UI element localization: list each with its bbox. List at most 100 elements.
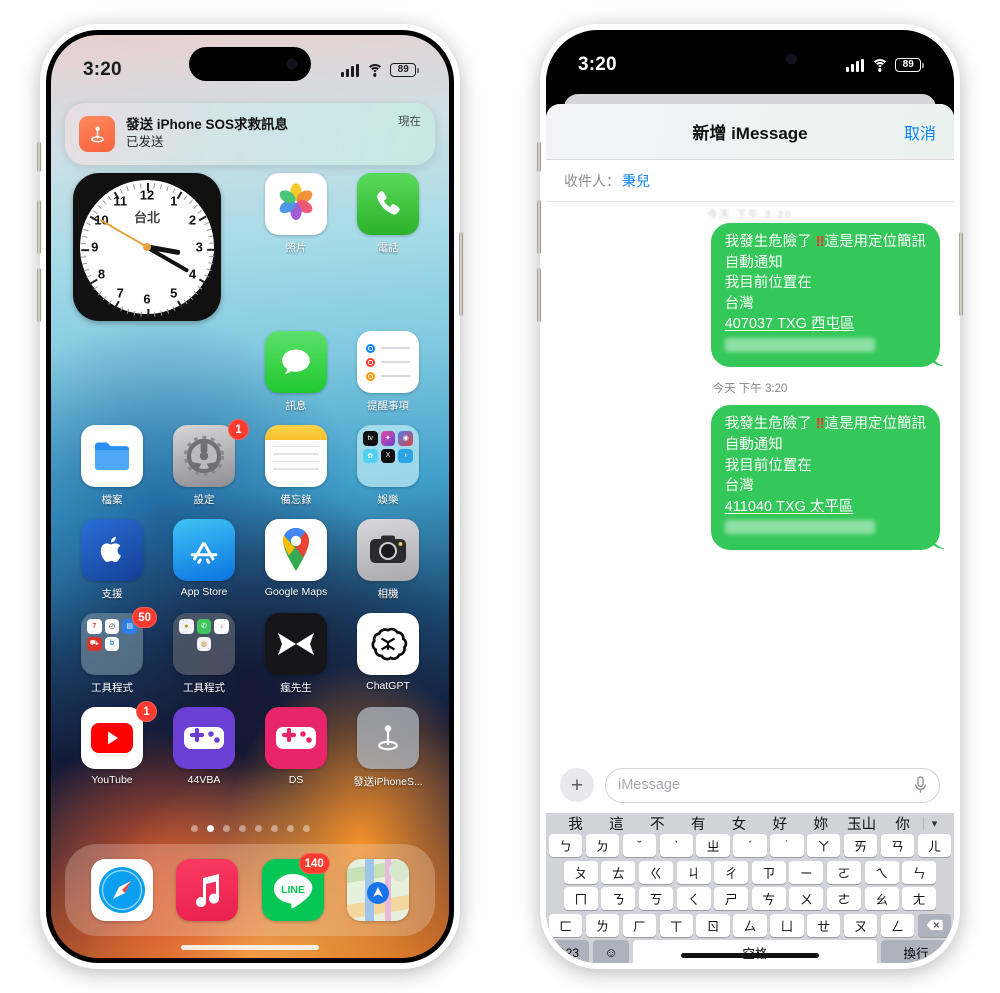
volume-down-button[interactable] <box>537 268 541 322</box>
folder-utilities-1[interactable]: 7 ◴ ▤ ⛟ b 50 工具程式 <box>73 607 157 695</box>
key[interactable]: ㄑ <box>676 887 711 911</box>
key[interactable]: ㄐ <box>676 860 711 884</box>
key[interactable]: ˇ <box>622 834 657 857</box>
home-indicator[interactable] <box>181 945 319 950</box>
key[interactable]: ㄍ <box>639 860 674 884</box>
app-camera[interactable]: 相機 <box>349 519 427 601</box>
key[interactable]: ㄚ <box>807 834 841 857</box>
postal-code-link[interactable]: 407037 <box>725 316 773 332</box>
prediction-candidate[interactable]: 我 <box>555 813 596 834</box>
app-apple-support[interactable]: 支援 <box>73 519 151 601</box>
message-thread[interactable]: 今天 下午 3:20 我發生危險了 ‼這是用定位簡訊 自動通知 我目前位置在 台… <box>546 202 954 777</box>
app-send-iphone-sos[interactable]: 發送iPhoneS... <box>349 707 427 789</box>
app-settings[interactable]: 1 設定 <box>165 419 249 507</box>
key[interactable]: ㄖ <box>696 913 730 937</box>
dock-safari[interactable] <box>90 859 153 921</box>
key[interactable]: ˋ <box>659 834 693 857</box>
app-files[interactable]: 檔案 <box>73 425 151 507</box>
key[interactable]: ㄙ <box>733 913 767 937</box>
recipient-row[interactable]: 收件人： 秉兒 <box>546 160 954 202</box>
key[interactable]: ㄝ <box>807 913 841 937</box>
folder-entertainment[interactable]: tv ✦ ◉ ✿ X ◗ 娛樂 <box>349 425 427 507</box>
page-indicator-dots[interactable] <box>51 825 449 832</box>
key[interactable]: ㄢ <box>880 834 915 857</box>
prediction-candidate[interactable]: 這 <box>596 813 637 834</box>
home-indicator[interactable] <box>681 953 819 958</box>
recipient-value[interactable]: 秉兒 <box>622 171 650 191</box>
dock-music[interactable] <box>176 859 239 921</box>
emoji-icon[interactable]: ☺ <box>593 940 629 963</box>
key[interactable]: ㄠ <box>864 887 899 911</box>
key[interactable]: ㄎ <box>639 887 674 911</box>
app-44vba[interactable]: 44VBA <box>165 707 243 789</box>
app-notes[interactable]: 備忘錄 <box>257 425 335 507</box>
power-button[interactable] <box>459 232 463 316</box>
numeric-key[interactable]: 123 <box>549 940 589 963</box>
postal-code-link[interactable]: 411040 <box>725 499 772 515</box>
mute-switch[interactable] <box>37 142 41 172</box>
key[interactable]: ㄌ <box>585 913 620 937</box>
prediction-candidate[interactable]: 妳 <box>800 813 841 834</box>
app-ds[interactable]: DS <box>257 707 335 789</box>
prediction-candidate[interactable]: 好 <box>759 813 800 834</box>
plus-icon[interactable]: + <box>560 768 594 802</box>
key[interactable]: ㄛ <box>826 860 861 884</box>
key[interactable]: ㄆ <box>563 860 598 884</box>
app-youtube[interactable]: 1 YouTube <box>73 701 157 789</box>
power-button[interactable] <box>959 232 963 316</box>
dock-line[interactable]: LINE 140 <box>261 853 330 921</box>
volume-up-button[interactable] <box>537 200 541 254</box>
key[interactable]: ㄉ <box>585 834 620 857</box>
enter-key[interactable]: 換行 <box>881 940 951 963</box>
key[interactable]: ㄔ <box>714 860 749 884</box>
key[interactable]: ㄧ <box>789 860 824 884</box>
key[interactable]: ㄨ <box>789 887 824 911</box>
microphone-icon[interactable] <box>914 776 927 794</box>
prediction-candidate[interactable]: 玉山 <box>841 813 882 834</box>
key[interactable]: ㄏ <box>622 913 657 937</box>
app-photos[interactable]: 照片 <box>257 173 335 321</box>
app-chatgpt[interactable]: ChatGPT <box>349 613 427 695</box>
prediction-candidate[interactable]: 女 <box>719 813 760 834</box>
space-key[interactable]: 空格 <box>633 940 877 963</box>
key[interactable]: ㄒ <box>659 913 693 937</box>
folder-utilities-2[interactable]: ● ✆ ♪ ◍ 工具程式 <box>165 613 243 695</box>
key[interactable]: ㄕ <box>714 887 749 911</box>
app-mrmad[interactable]: 瘋先生 <box>257 613 335 695</box>
message-input-field[interactable]: iMessage <box>605 767 940 803</box>
prediction-candidate[interactable]: 有 <box>678 813 719 834</box>
key[interactable]: ㄅ <box>548 834 583 857</box>
key[interactable]: ㄇ <box>563 887 598 911</box>
chevron-down-icon[interactable]: ▾ <box>923 817 945 830</box>
message-bubble-sent[interactable]: 我發生危險了 ‼這是用定位簡訊 自動通知 我目前位置在 台灣 411040 TX… <box>710 405 940 550</box>
key[interactable]: ㄥ <box>880 913 915 937</box>
message-bubble-sent[interactable]: 我發生危險了 ‼這是用定位簡訊 自動通知 我目前位置在 台灣 407037 TX… <box>710 223 940 368</box>
backspace-icon[interactable] <box>917 913 952 937</box>
app-app-store[interactable]: App Store <box>165 519 243 601</box>
volume-up-button[interactable] <box>37 200 41 254</box>
key[interactable]: ㄓ <box>696 834 730 857</box>
app-reminders[interactable]: 提醒事項 <box>349 331 427 413</box>
key[interactable]: ㄡ <box>843 913 878 937</box>
dock-maps[interactable] <box>347 859 410 921</box>
cancel-button[interactable]: 取消 <box>904 120 936 144</box>
clock-widget[interactable]: 台北 12 1 2 3 4 5 6 7 8 9 11 <box>73 173 221 321</box>
key[interactable]: ㄞ <box>843 834 878 857</box>
key[interactable]: ㄜ <box>826 887 861 911</box>
app-messages[interactable]: 訊息 <box>257 331 335 413</box>
prediction-candidate[interactable]: 你 <box>882 813 923 834</box>
app-google-maps[interactable]: Google Maps <box>257 519 335 601</box>
key[interactable]: ㄤ <box>902 887 937 911</box>
key[interactable]: ˙ <box>770 834 804 857</box>
key[interactable]: ㄈ <box>548 913 583 937</box>
app-phone[interactable]: 電話 <box>349 173 427 321</box>
key[interactable]: ㄊ <box>601 860 636 884</box>
key[interactable]: ㄟ <box>864 860 899 884</box>
mute-switch[interactable] <box>537 142 541 172</box>
volume-down-button[interactable] <box>37 268 41 322</box>
key[interactable]: ㄗ <box>751 860 786 884</box>
key[interactable]: ㄩ <box>770 913 804 937</box>
prediction-candidate[interactable]: 不 <box>637 813 678 834</box>
key[interactable]: ㄦ <box>917 834 952 857</box>
key[interactable]: ㄣ <box>902 860 937 884</box>
